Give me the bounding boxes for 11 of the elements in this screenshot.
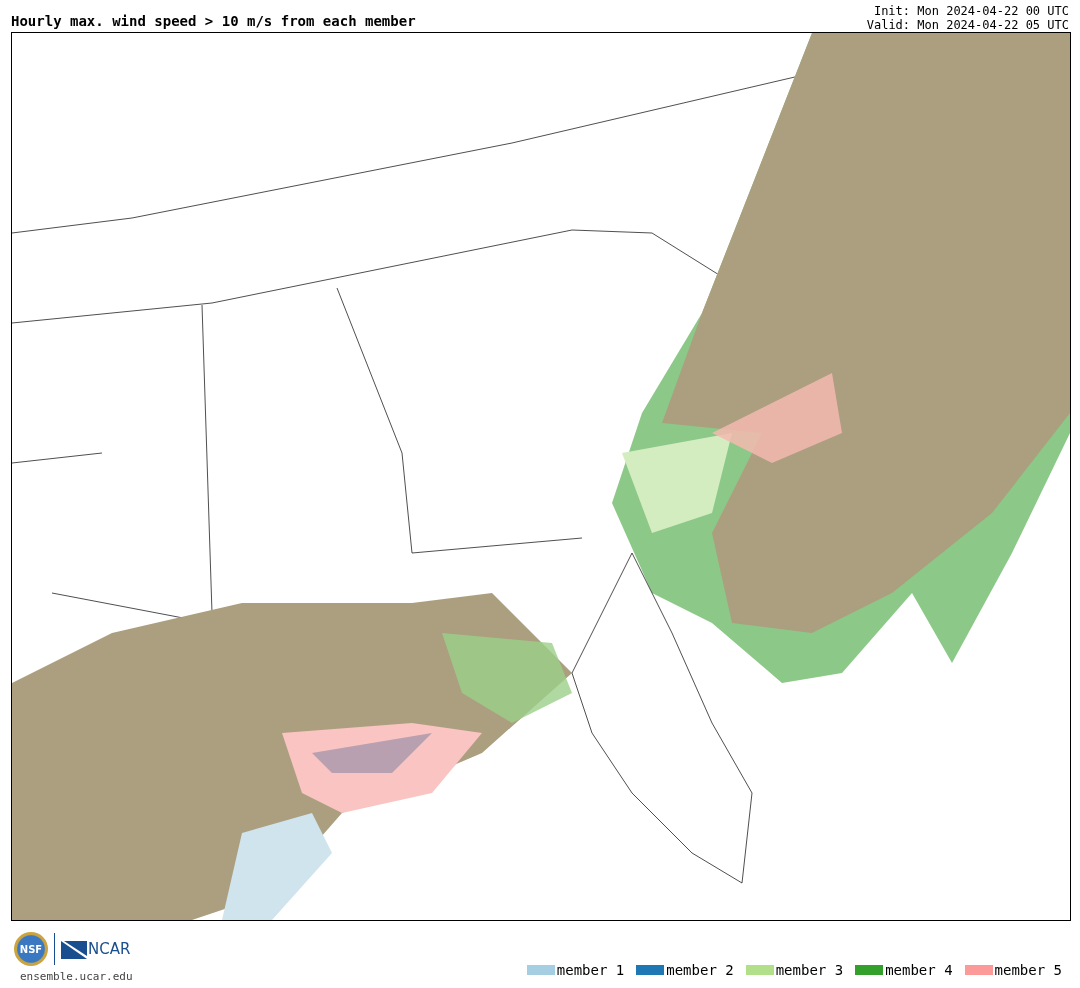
legend-label: member 5 bbox=[994, 962, 1062, 978]
chart-title: Hourly max. wind speed > 10 m/s from each member bbox=[11, 12, 416, 30]
ncar-logo: NCAR bbox=[61, 939, 131, 959]
legend-label: member 2 bbox=[666, 962, 734, 978]
site-url: ensemble.ucar.edu bbox=[20, 970, 133, 983]
init-time: Init: Mon 2024-04-22 00 UTC bbox=[873, 4, 1069, 18]
legend-label: member 3 bbox=[775, 962, 844, 978]
legend-label: member 1 bbox=[556, 962, 625, 978]
valid-time: Valid: Mon 2024-04-22 05 UTC bbox=[866, 18, 1069, 32]
legend-label: member 4 bbox=[885, 962, 953, 978]
nsf-logo-icon: NSF bbox=[14, 932, 48, 966]
